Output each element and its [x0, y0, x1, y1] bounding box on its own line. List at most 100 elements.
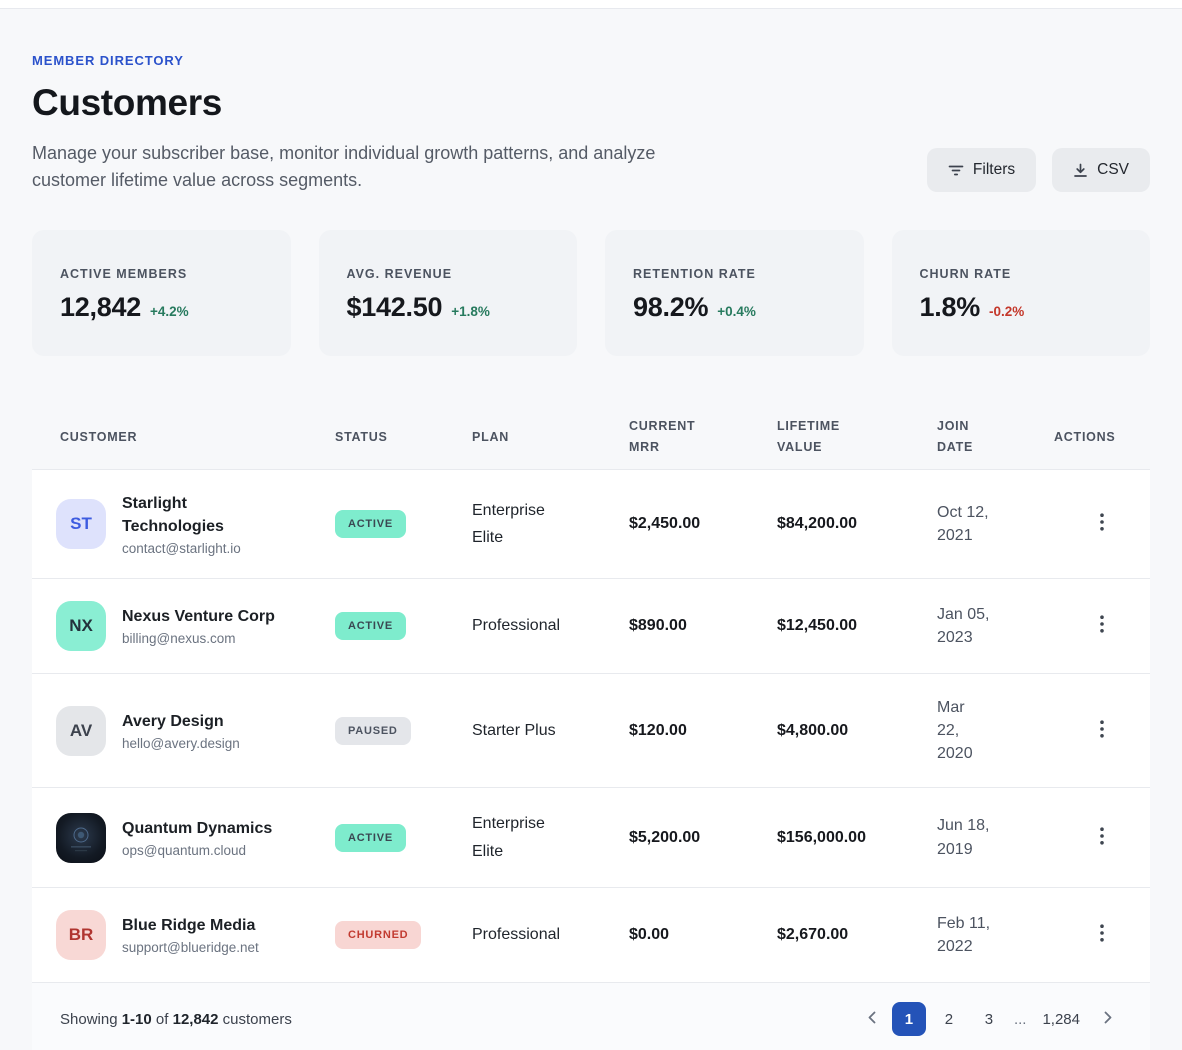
page-description: Manage your subscriber base, monitor ind…	[32, 140, 677, 194]
filters-button-label: Filters	[973, 161, 1015, 179]
breadcrumb-eyebrow: MEMBER DIRECTORY	[32, 53, 677, 68]
stat-card-active-members: ACTIVE MEMBERS 12,842 +4.2%	[32, 230, 291, 356]
table-header-row: CUSTOMER STATUS PLAN CURRENT MRR LIFETIM…	[32, 406, 1150, 469]
results-summary: Showing 1-10 of 12,842 customers	[60, 1011, 292, 1028]
customer-name: Blue Ridge Media	[122, 914, 259, 937]
next-page-button[interactable]	[1094, 1005, 1122, 1033]
row-actions-menu-button[interactable]	[1090, 607, 1114, 644]
table-row: BR Blue Ridge Media support@blueridge.ne…	[32, 887, 1150, 982]
plan-label: Starter Plus	[472, 717, 556, 744]
join-date: Mar 22, 2020	[937, 696, 981, 766]
page-title: Customers	[32, 82, 677, 124]
customer-table: ST Starlight Technologies contact@starli…	[32, 469, 1150, 1050]
stat-label: ACTIVE MEMBERS	[60, 267, 263, 281]
lifetime-value: $12,450.00	[777, 617, 857, 634]
join-date: Oct 12, 2021	[937, 501, 999, 547]
current-mrr-value: $890.00	[629, 617, 687, 634]
join-date: Jun 18, 2019	[937, 814, 999, 860]
kebab-icon	[1100, 720, 1104, 741]
customer-email: ops@quantum.cloud	[122, 843, 272, 858]
column-header-current-mrr: CURRENT MRR	[629, 416, 699, 459]
current-mrr-value: $120.00	[629, 722, 687, 739]
pagination: 1 2 3 ... 1,284	[858, 1002, 1122, 1036]
avatar-initials: BR	[69, 925, 94, 945]
customer-email: billing@nexus.com	[122, 631, 275, 646]
lifetime-value: $84,200.00	[777, 515, 857, 532]
avatar-initials: AV	[70, 721, 92, 741]
row-actions-menu-button[interactable]	[1090, 916, 1114, 953]
table-footer: Showing 1-10 of 12,842 customers 1 2 3 .…	[32, 982, 1150, 1050]
filter-icon	[948, 163, 964, 177]
page-header: MEMBER DIRECTORY Customers Manage your s…	[32, 53, 1150, 194]
lifetime-value: $156,000.00	[777, 829, 866, 846]
status-badge: ACTIVE	[335, 612, 406, 640]
column-header-actions: ACTIONS	[1054, 427, 1150, 448]
current-mrr-value: $2,450.00	[629, 515, 700, 532]
top-bar	[0, 0, 1182, 9]
status-badge: PAUSED	[335, 717, 411, 745]
column-header-status: STATUS	[335, 427, 472, 448]
row-actions-menu-button[interactable]	[1090, 505, 1114, 542]
csv-export-button[interactable]: CSV	[1052, 148, 1150, 192]
header-text-block: MEMBER DIRECTORY Customers Manage your s…	[32, 53, 677, 194]
kebab-icon	[1100, 615, 1104, 636]
avatar: BR	[56, 910, 106, 960]
status-badge: CHURNED	[335, 921, 421, 949]
stat-card-retention-rate: RETENTION RATE 98.2% +0.4%	[605, 230, 864, 356]
stat-value: 98.2%	[633, 292, 708, 323]
kebab-icon	[1100, 827, 1104, 848]
column-header-customer: CUSTOMER	[32, 427, 335, 448]
row-actions-menu-button[interactable]	[1090, 819, 1114, 856]
stat-value: 12,842	[60, 292, 141, 323]
page-button-2[interactable]: 2	[932, 1002, 966, 1036]
join-date: Feb 11, 2022	[937, 912, 999, 958]
stat-label: RETENTION RATE	[633, 267, 836, 281]
status-badge: ACTIVE	[335, 510, 406, 538]
stat-delta: +4.2%	[150, 304, 189, 319]
lifetime-value: $2,670.00	[777, 926, 848, 943]
table-row: Quantum Dynamics ops@quantum.cloud ACTIV…	[32, 787, 1150, 886]
stat-label: AVG. REVENUE	[347, 267, 550, 281]
stat-card-churn-rate: CHURN RATE 1.8% -0.2%	[892, 230, 1151, 356]
customer-name: Avery Design	[122, 710, 240, 733]
current-mrr-value: $0.00	[629, 926, 669, 943]
results-range: 1-10	[122, 1011, 152, 1028]
stat-delta: -0.2%	[989, 304, 1024, 319]
avatar: ST	[56, 499, 106, 549]
chevron-left-icon	[868, 1011, 876, 1027]
avatar-initials: ST	[70, 514, 92, 534]
avatar-initials: NX	[69, 616, 93, 636]
row-actions-menu-button[interactable]	[1090, 712, 1114, 749]
plan-label: Professional	[472, 612, 560, 639]
table-row: AV Avery Design hello@avery.design PAUSE…	[32, 673, 1150, 788]
filters-button[interactable]: Filters	[927, 148, 1036, 192]
avatar: AV	[56, 706, 106, 756]
customer-email: support@blueridge.net	[122, 940, 259, 955]
table-row: NX Nexus Venture Corp billing@nexus.com …	[32, 578, 1150, 673]
status-badge: ACTIVE	[335, 824, 406, 852]
stat-value: $142.50	[347, 292, 443, 323]
toolbar: Filters CSV	[927, 148, 1150, 194]
kebab-icon	[1100, 513, 1104, 534]
company-logo	[56, 813, 106, 863]
stat-card-avg-revenue: AVG. REVENUE $142.50 +1.8%	[319, 230, 578, 356]
results-total: 12,842	[173, 1011, 219, 1028]
customer-email: hello@avery.design	[122, 736, 240, 751]
avatar: NX	[56, 601, 106, 651]
previous-page-button[interactable]	[858, 1005, 886, 1033]
stat-value: 1.8%	[920, 292, 980, 323]
stat-delta: +1.8%	[451, 304, 490, 319]
page-button-3[interactable]: 3	[972, 1002, 1006, 1036]
kebab-icon	[1100, 924, 1104, 945]
customer-email: contact@starlight.io	[122, 541, 277, 556]
page-button-last[interactable]: 1,284	[1034, 1002, 1088, 1036]
stats-row: ACTIVE MEMBERS 12,842 +4.2% AVG. REVENUE…	[32, 230, 1150, 356]
join-date: Jan 05, 2023	[937, 603, 999, 649]
page-button-1[interactable]: 1	[892, 1002, 926, 1036]
chevron-right-icon	[1104, 1011, 1112, 1027]
table-row: ST Starlight Technologies contact@starli…	[32, 469, 1150, 578]
customer-name: Nexus Venture Corp	[122, 605, 275, 628]
csv-button-label: CSV	[1097, 161, 1129, 179]
stat-label: CHURN RATE	[920, 267, 1123, 281]
download-icon	[1073, 163, 1088, 178]
